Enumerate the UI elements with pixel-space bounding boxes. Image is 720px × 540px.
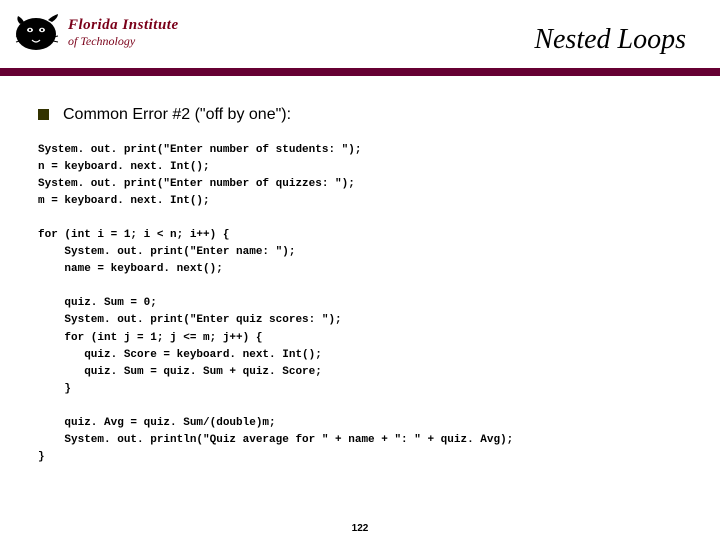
page-number: 122 xyxy=(0,523,720,534)
slide-body: Common Error #2 ("off by one"): System. … xyxy=(38,106,682,466)
code-block: System. out. print("Enter number of stud… xyxy=(38,142,682,466)
slide: Florida Institute of Technology Nested L… xyxy=(0,0,720,540)
slide-title: Nested Loops xyxy=(534,24,686,56)
bullet-icon xyxy=(38,109,49,120)
bullet-row: Common Error #2 ("off by one"): xyxy=(38,106,682,124)
logo-line2: of Technology xyxy=(68,35,179,47)
bullet-text: Common Error #2 ("off by one"): xyxy=(63,106,291,124)
logo-line1: Florida Institute xyxy=(68,18,179,33)
logo-text: Florida Institute of Technology xyxy=(68,18,179,47)
header-divider xyxy=(0,68,720,76)
panther-icon xyxy=(14,10,62,54)
header: Florida Institute of Technology Nested L… xyxy=(0,0,720,68)
logo: Florida Institute of Technology xyxy=(14,8,179,56)
